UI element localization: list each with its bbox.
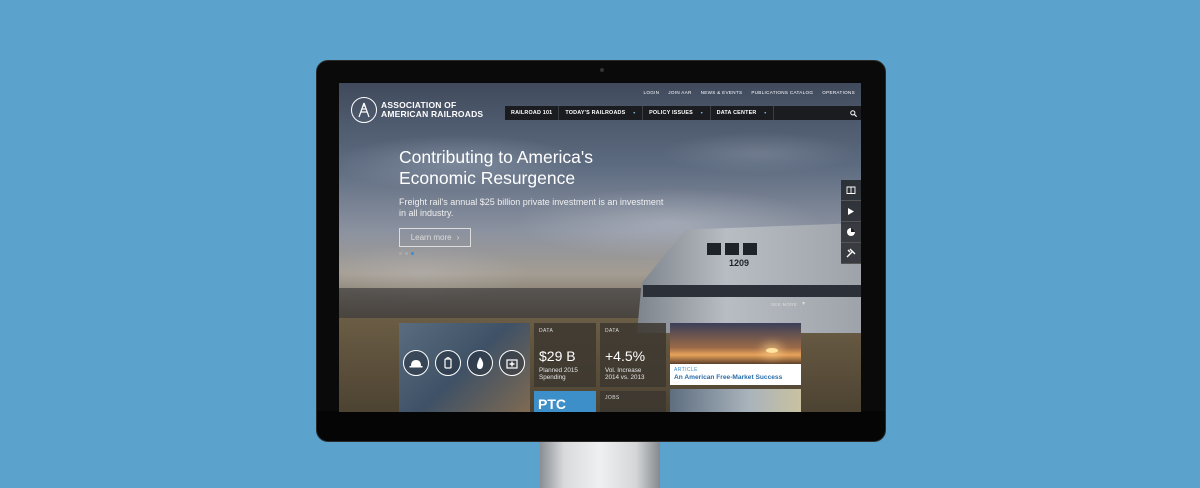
util-link-login[interactable]: LOGIN (643, 90, 659, 95)
tile-description: Vol. Increase 2014 vs. 2013 (605, 367, 645, 381)
tile-value: +4.5% (605, 348, 646, 364)
hero-subtitle: Freight rail's annual $25 billion privat… (399, 197, 664, 218)
util-link-join[interactable]: JOIN AAR (668, 90, 691, 95)
search-icon[interactable] (845, 106, 861, 120)
rail-logo-icon (351, 97, 377, 123)
data-tile-volume[interactable]: DATA +4.5% Vol. Increase 2014 vs. 2013 (600, 323, 666, 387)
website-screen: 1209 ASSOCIATION OF AMERICAN RAILROADS L… (339, 83, 861, 412)
site-logo[interactable]: ASSOCIATION OF AMERICAN RAILROADS (351, 97, 483, 123)
locomotive-number: 1209 (729, 258, 750, 268)
see-more-link[interactable]: SEE MORE ▼ (771, 301, 806, 307)
logo-text: ASSOCIATION OF AMERICAN RAILROADS (381, 101, 483, 119)
jobs-tile[interactable]: JOBS (600, 391, 666, 412)
tile-description: Planned 2015 Spending (539, 367, 578, 381)
data-tile-spending[interactable]: DATA $29 B Planned 2015 Spending (534, 323, 596, 387)
hero-title: Contributing to America's Economic Resur… (399, 147, 593, 188)
learn-more-button[interactable]: Learn more › (399, 228, 471, 247)
logo-line2: AMERICAN RAILROADS (381, 109, 484, 119)
tile-value: $29 B (539, 348, 576, 364)
camera (600, 68, 604, 72)
utility-nav: LOGIN JOIN AAR NEWS & EVENTS PUBLICATION… (643, 90, 855, 95)
article-title[interactable]: An American Free-Market Success (674, 374, 782, 381)
monitor-stand (540, 440, 660, 488)
main-nav: RAILROAD 101 TODAY'S RAILROADS POLICY IS… (505, 106, 861, 120)
carousel-dot[interactable] (399, 252, 402, 255)
hospital-icon (499, 350, 525, 376)
carousel-dots (399, 252, 414, 255)
util-link-operations[interactable]: OPERATIONS (822, 90, 855, 95)
article-tile[interactable]: ARTICLE An American Free-Market Success (670, 323, 801, 385)
safety-photo-tile[interactable] (399, 323, 530, 412)
article-kicker: ARTICLE (674, 367, 698, 373)
util-link-publications[interactable]: PUBLICATIONS CATALOG (751, 90, 813, 95)
learn-more-label: Learn more (410, 233, 452, 242)
util-link-news[interactable]: NEWS & EVENTS (701, 90, 743, 95)
tile-label: DATA (605, 328, 620, 334)
chevron-right-icon: › (456, 233, 460, 242)
tools-icon[interactable] (841, 243, 861, 264)
side-toolbar (841, 180, 861, 264)
nav-item-todays-railroads[interactable]: TODAY'S RAILROADS (559, 106, 644, 120)
monitor-chin (317, 411, 885, 441)
tile-label: DATA (539, 328, 554, 334)
flame-icon (467, 350, 493, 376)
carousel-dot[interactable] (405, 252, 408, 255)
photo-tile-bottom[interactable] (670, 389, 801, 412)
book-icon[interactable] (841, 180, 861, 201)
pie-chart-icon[interactable] (841, 222, 861, 243)
nav-item-data-center[interactable]: DATA CENTER (711, 106, 775, 120)
see-more-label: SEE MORE (771, 301, 798, 307)
ptc-tile[interactable]: PTC (534, 391, 596, 412)
nav-item-policy-issues[interactable]: POLICY ISSUES (643, 106, 711, 120)
chevron-down-icon: ▼ (801, 301, 807, 307)
helmet-icon (403, 350, 429, 376)
carousel-dot-active[interactable] (411, 252, 414, 255)
tile-label: JOBS (605, 395, 620, 401)
nav-item-railroad-101[interactable]: RAILROAD 101 (505, 106, 560, 120)
article-image (670, 323, 801, 364)
play-icon[interactable] (841, 201, 861, 222)
lantern-icon (435, 350, 461, 376)
